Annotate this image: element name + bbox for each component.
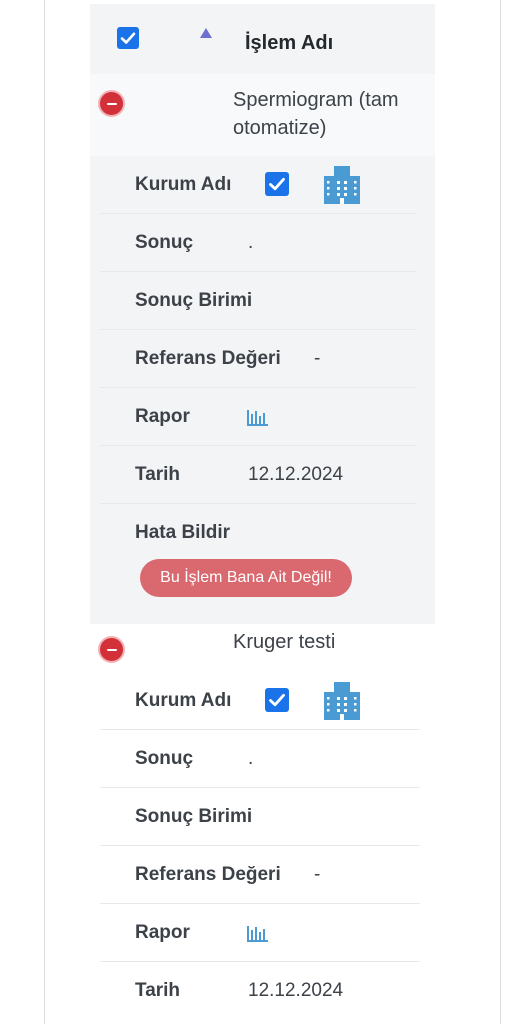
field-value-sonuc: . [248,748,254,769]
record-details: Kurum Adı Sonuç . Sonuç Birimi Referans … [90,672,420,1020]
record-name: Kruger testi [233,631,336,653]
field-label-referans-degeri: Referans Değeri [135,864,281,885]
detail-row-sonuc-birimi: Sonuç Birimi [100,788,420,846]
detail-row-sonuc: Sonuç . [100,214,417,272]
field-label-rapor: Rapor [135,922,190,943]
detail-row-rapor: Rapor [100,388,417,446]
field-value-tarih: 12.12.2024 [248,464,344,485]
record-header: Spermiogram (tam otomatize) [90,74,435,156]
detail-row-referans: Referans Değeri - [100,330,417,388]
bar-chart-icon[interactable] [247,924,269,942]
field-label-kurum-adi: Kurum Adı [135,174,232,195]
table-header: İşlem Adı [90,4,435,74]
hospital-building-icon[interactable] [322,680,362,722]
field-value-referans-degeri: - [314,864,321,885]
minus-circle-icon[interactable] [98,90,125,117]
field-label-tarih: Tarih [135,464,181,485]
detail-row-kurum: Kurum Adı [100,156,417,214]
field-label-tarih: Tarih [135,980,181,1001]
report-error-button[interactable]: Bu İşlem Bana Ait Değil! [140,559,352,597]
field-value-sonuc: . [248,232,254,253]
field-label-sonuc: Sonuç [135,232,194,253]
record-header: Kruger testi [90,624,420,672]
minus-circle-icon[interactable] [98,636,125,663]
detail-row-sonuc-birimi: Sonuç Birimi [100,272,417,330]
record-details: Kurum Adı Sonuç . Sonuç Birimi Referans … [90,156,435,624]
hospital-building-icon[interactable] [322,164,362,206]
detail-row-sonuc: Sonuç . [100,730,420,788]
sort-up-triangle-icon[interactable] [200,28,212,38]
detail-row-referans: Referans Değeri - [100,846,420,904]
detail-row-tarih: Tarih 12.12.2024 [100,962,420,1020]
detail-row-kurum: Kurum Adı [100,672,420,730]
field-label-sonuc-birimi: Sonuç Birimi [135,806,253,827]
record-spermiogram: Spermiogram (tam otomatize) Kurum Adı So… [90,74,435,624]
kurum-checkbox[interactable] [265,688,289,712]
detail-row-hata-bildir: Hata Bildir Bu İşlem Bana Ait Değil! [100,504,417,624]
field-label-sonuc: Sonuç [135,748,194,769]
column-title[interactable]: İşlem Adı [245,32,333,55]
field-value-tarih: 12.12.2024 [248,980,344,1001]
detail-row-tarih: Tarih 12.12.2024 [100,446,417,504]
record-name: Spermiogram (tam otomatize) [233,89,399,139]
detail-row-rapor: Rapor [100,904,420,962]
field-label-referans-degeri: Referans Değeri [135,348,281,369]
field-label-hata-bildir: Hata Bildir [135,522,231,543]
record-kruger: Kruger testi Kurum Adı Sonuç . Sonuç Bir… [90,624,420,1020]
field-label-kurum-adi: Kurum Adı [135,690,232,711]
bar-chart-icon[interactable] [247,408,269,426]
field-label-rapor: Rapor [135,406,190,427]
field-label-sonuc-birimi: Sonuç Birimi [135,290,253,311]
field-value-referans-degeri: - [314,348,321,369]
results-table: İşlem Adı Spermiogram (tam otomatize) Ku… [90,4,435,1024]
select-all-checkbox[interactable] [117,27,139,49]
kurum-checkbox[interactable] [265,172,289,196]
